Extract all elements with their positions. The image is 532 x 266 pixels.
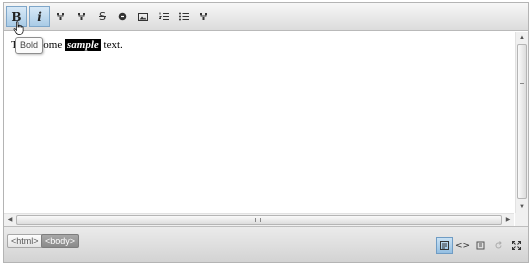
- grip-icon: [255, 218, 261, 222]
- fullscreen-icon: [512, 241, 521, 250]
- plugin-icon: [57, 13, 64, 20]
- plugin-button-1[interactable]: [50, 6, 71, 27]
- scroll-down-icon[interactable]: ▼: [516, 201, 528, 213]
- scroll-right-icon[interactable]: ▶: [502, 214, 514, 226]
- unordered-list-icon: [178, 12, 189, 21]
- strikethrough-icon: S: [99, 10, 106, 23]
- breadcrumb-html[interactable]: <html>: [7, 234, 43, 248]
- text-end: text.: [103, 39, 123, 51]
- scroll-up-icon[interactable]: ▲: [516, 32, 528, 44]
- preview-button[interactable]: [472, 237, 489, 254]
- plugin-button-3[interactable]: [193, 6, 214, 27]
- wysiwyg-icon: [440, 241, 449, 250]
- selected-text: sample: [65, 39, 101, 51]
- grip-icon: [520, 83, 524, 84]
- toolbar: B i S: [4, 3, 528, 31]
- vertical-scroll-thumb[interactable]: [517, 44, 527, 199]
- horizontal-scrollbar[interactable]: ◀ ▶: [4, 213, 514, 226]
- plugin-icon: [200, 13, 207, 20]
- scroll-left-icon[interactable]: ◀: [4, 214, 16, 226]
- wysiwyg-mode-button[interactable]: [436, 237, 453, 254]
- refresh-icon: [495, 241, 502, 249]
- horizontal-scroll-thumb[interactable]: [16, 215, 502, 225]
- plugin-icon: [78, 13, 85, 20]
- editor-content[interactable]: T some sample text.: [4, 32, 514, 213]
- preview-icon: [476, 241, 485, 250]
- link-button[interactable]: [112, 6, 133, 27]
- ordered-list-icon: [158, 12, 169, 20]
- italic-icon: i: [37, 9, 42, 24]
- unordered-list-button[interactable]: [173, 6, 194, 27]
- ordered-list-button[interactable]: [153, 6, 174, 27]
- scrollbar-corner: [515, 213, 528, 226]
- html-editor: B i S Bold some sample text. ▲ ▼ ◀ ▶ <ht…: [3, 2, 529, 263]
- source-mode-button[interactable]: <>: [454, 237, 471, 254]
- fullscreen-button[interactable]: [508, 237, 525, 254]
- status-bar: <html> <body> <>: [4, 226, 528, 262]
- italic-button[interactable]: i: [29, 6, 50, 27]
- code-icon: <>: [454, 240, 471, 251]
- tooltip: Bold: [15, 37, 44, 54]
- plugin-button-2[interactable]: [71, 6, 92, 27]
- refresh-button[interactable]: [490, 237, 507, 254]
- image-icon: [137, 12, 148, 21]
- strikethrough-button[interactable]: S: [92, 6, 113, 27]
- breadcrumb-body[interactable]: <body>: [41, 234, 80, 248]
- vertical-scrollbar[interactable]: ▲ ▼: [515, 32, 528, 213]
- link-icon: [118, 12, 127, 21]
- image-button[interactable]: [132, 6, 153, 27]
- hand-cursor-icon: [13, 21, 24, 35]
